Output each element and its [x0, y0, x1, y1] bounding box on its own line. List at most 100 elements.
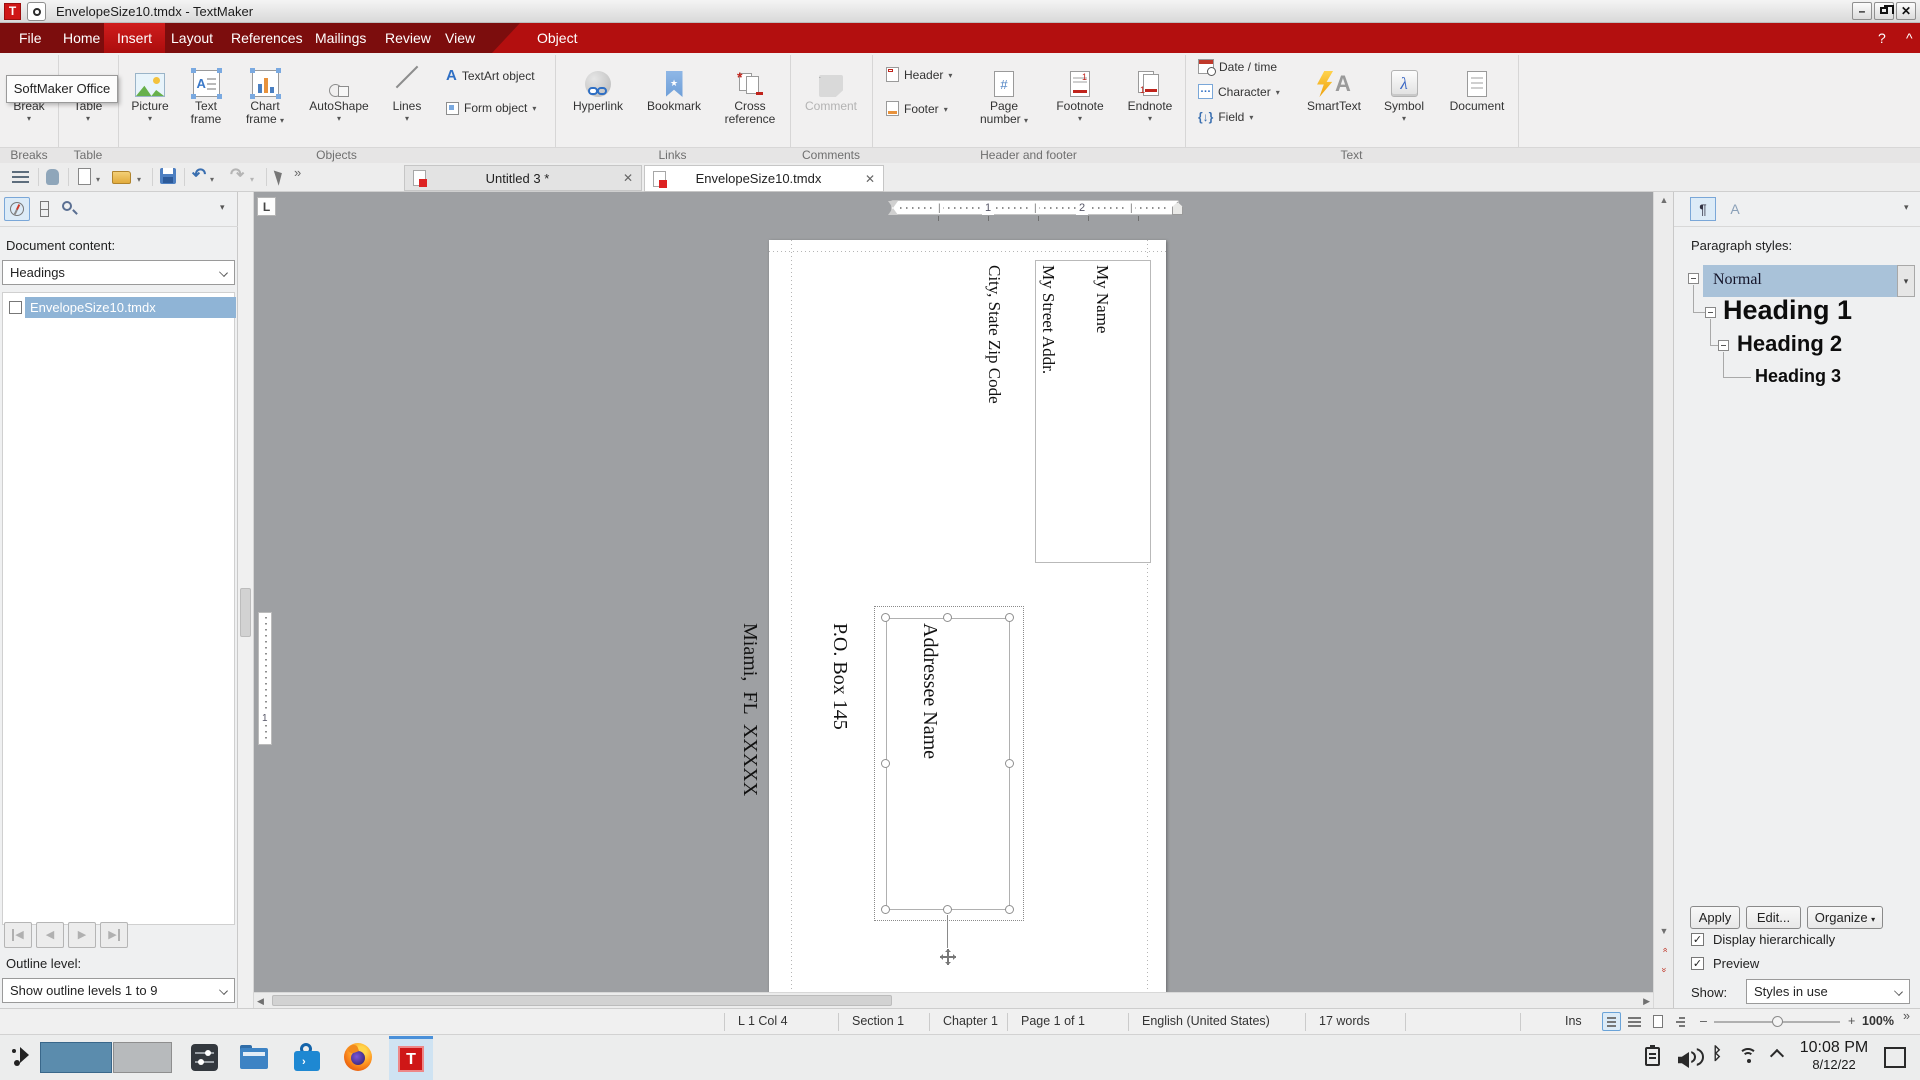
firefox-icon[interactable]	[344, 1043, 372, 1071]
sidebar-scrollbar[interactable]	[238, 192, 254, 1008]
language-indicator[interactable]: English (United States)	[1142, 1014, 1270, 1028]
zoom-out-button[interactable]: –	[1700, 1014, 1707, 1028]
clipboard-tray-icon[interactable]	[1645, 1047, 1660, 1066]
wifi-tray-icon[interactable]	[1737, 1047, 1761, 1065]
date-time-button[interactable]: Date / time	[1198, 59, 1277, 74]
view-outline-button[interactable]	[1671, 1012, 1690, 1031]
style-dropdown-button[interactable]: ▾	[1897, 265, 1915, 297]
insert-mode-indicator[interactable]: Ins	[1565, 1014, 1582, 1028]
page-indicator[interactable]: Page 1 of 1	[1021, 1014, 1085, 1028]
resize-handle-s[interactable]	[943, 905, 952, 914]
cross-reference-button[interactable]: * Cross reference	[712, 57, 788, 145]
style-item-heading1[interactable]: Heading 1	[1723, 295, 1852, 326]
view-normal-button[interactable]	[1602, 1012, 1621, 1031]
word-count[interactable]: 17 words	[1319, 1014, 1370, 1028]
tab-close-icon[interactable]: ✕	[623, 171, 633, 185]
horizontal-scrollbar[interactable]: ◀ ▶	[254, 992, 1653, 1008]
bluetooth-tray-icon[interactable]: ᛒ	[1712, 1044, 1722, 1064]
apply-button[interactable]: Apply	[1690, 906, 1740, 929]
restore-button[interactable]	[1874, 2, 1894, 20]
menu-file[interactable]: File	[6, 23, 55, 53]
zoom-slider-thumb[interactable]	[1772, 1016, 1783, 1027]
chart-frame-button[interactable]: Chart frame ▾	[236, 57, 294, 145]
style-item-heading2[interactable]: Heading 2	[1737, 331, 1842, 357]
preview-checkbox[interactable]: ✓	[1691, 957, 1704, 970]
indent-marker-left[interactable]	[888, 201, 898, 208]
new-document-icon[interactable]	[78, 168, 91, 185]
toolbar-overflow-icon[interactable]: »	[294, 165, 301, 180]
picture-button[interactable]: Picture ▾	[124, 57, 176, 145]
statusbar-overflow-icon[interactable]: »	[1903, 1009, 1910, 1023]
softmaker-office-icon[interactable]	[27, 2, 46, 21]
symbol-button[interactable]: λ Symbol ▾	[1376, 57, 1432, 145]
previous-page-button[interactable]: »	[1660, 944, 1670, 957]
footnote-button[interactable]: 1 Footnote ▾	[1048, 57, 1112, 145]
undo-dropdown-icon[interactable]: ▾	[210, 175, 214, 184]
next-page-button[interactable]: »	[1660, 964, 1670, 977]
indent-marker-right[interactable]	[1172, 202, 1183, 215]
tree-collapse-heading1[interactable]	[1705, 307, 1716, 318]
lines-button[interactable]: Lines ▾	[382, 57, 432, 145]
help-button[interactable]: ?	[1870, 23, 1894, 53]
select-pointer-icon[interactable]	[274, 168, 286, 185]
addressee-address[interactable]: Addressee Name P.O. Box 145 Miami, FL XX…	[675, 623, 1005, 903]
display-hierarchically-checkbox[interactable]: ✓	[1691, 933, 1704, 946]
smarttext-button[interactable]: A SmartText	[1300, 57, 1368, 145]
scrollbar-thumb[interactable]	[240, 588, 251, 637]
style-item-normal[interactable]: Normal	[1703, 265, 1897, 297]
tab-stop-selector[interactable]: L	[257, 197, 276, 216]
panel-menu-dropdown-icon[interactable]: ▾	[1904, 202, 1909, 213]
document-area[interactable]: L | 1 | 2 | My Name My Street Addr.	[254, 192, 1653, 1008]
organize-button[interactable]: Organize ▾	[1807, 906, 1883, 929]
menu-object[interactable]: Object	[524, 23, 590, 53]
menu-layout[interactable]: Layout	[158, 23, 226, 53]
tray-expand-chevron-icon[interactable]	[1770, 1049, 1784, 1063]
scroll-up-button[interactable]: ▲	[1654, 195, 1674, 205]
menu-references[interactable]: References	[218, 23, 316, 53]
field-button[interactable]: {↓} Field ▾	[1198, 110, 1253, 124]
scroll-left-button[interactable]: ◀	[257, 996, 264, 1007]
document-page[interactable]: My Name My Street Addr. City, State Zip …	[769, 240, 1166, 992]
sidebar-toggle-icon[interactable]	[12, 171, 29, 184]
resize-handle-nw[interactable]	[881, 613, 890, 622]
resize-handle-se[interactable]	[1005, 905, 1014, 914]
collapse-ribbon-button[interactable]: ^	[1898, 23, 1920, 53]
document-tab-untitled[interactable]: Untitled 3 * ✕	[404, 165, 642, 191]
chapter-indicator[interactable]: Chapter 1	[943, 1014, 998, 1028]
new-document-dropdown-icon[interactable]: ▾	[96, 175, 100, 184]
navigation-compass-tab[interactable]	[4, 197, 30, 221]
volume-tray-icon[interactable]	[1678, 1048, 1700, 1066]
endnote-button[interactable]: 1 Endnote ▾	[1118, 57, 1182, 145]
resize-handle-ne[interactable]	[1005, 613, 1014, 622]
content-type-select[interactable]: Headings	[2, 260, 235, 285]
style-item-heading3[interactable]: Heading 3	[1755, 366, 1841, 387]
scroll-down-button[interactable]: ▼	[1654, 926, 1674, 936]
panel-menu-dropdown-icon[interactable]: ▾	[220, 202, 225, 213]
character-styles-tab[interactable]: A	[1722, 197, 1748, 221]
menu-insert[interactable]: Insert	[104, 23, 165, 53]
save-icon[interactable]	[160, 168, 176, 184]
list-item[interactable]: EnvelopeSize10.tmdx	[3, 297, 236, 318]
undo-icon[interactable]: ↶	[192, 165, 206, 185]
scrollbar-thumb[interactable]	[272, 995, 892, 1006]
autoshape-button[interactable]: AutoShape ▾	[304, 57, 374, 145]
open-file-dropdown-icon[interactable]: ▾	[137, 175, 141, 184]
tab-close-icon[interactable]: ✕	[865, 172, 875, 186]
cursor-position[interactable]: L 1 Col 4	[738, 1014, 788, 1028]
footer-button[interactable]: Footer ▾	[886, 101, 948, 116]
clock[interactable]: 10:08 PM 8/12/22	[1795, 1039, 1873, 1072]
horizontal-ruler[interactable]: | 1 | 2 |	[891, 200, 1179, 215]
close-button[interactable]: ✕	[1896, 2, 1916, 20]
sender-text-frame[interactable]: My Name My Street Addr. City, State Zip …	[1035, 260, 1151, 563]
pan-hand-icon[interactable]	[46, 169, 59, 185]
virtual-desktop-2[interactable]	[113, 1042, 172, 1073]
zoom-in-button[interactable]: +	[1848, 1014, 1855, 1028]
minimize-button[interactable]: –	[1852, 2, 1872, 20]
indent-marker-left-bottom[interactable]	[888, 208, 898, 215]
paragraph-styles-tab[interactable]: ¶	[1690, 197, 1716, 221]
tree-collapse-normal[interactable]	[1688, 273, 1699, 284]
edit-button[interactable]: Edit...	[1746, 906, 1801, 929]
file-manager-icon[interactable]	[240, 1045, 268, 1069]
zoom-level[interactable]: 100%	[1862, 1014, 1894, 1028]
document-tab-envelope[interactable]: EnvelopeSize10.tmdx ✕	[644, 165, 884, 192]
